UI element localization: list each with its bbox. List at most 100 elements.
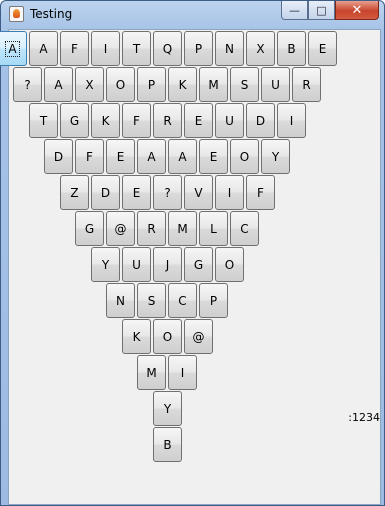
letter-key[interactable]: L <box>199 211 228 246</box>
letter-key-label: O <box>224 257 235 272</box>
letter-key[interactable]: E <box>122 175 151 210</box>
letter-key[interactable]: A <box>44 67 73 102</box>
letter-key[interactable]: K <box>122 319 151 354</box>
letter-key[interactable]: I <box>91 31 120 66</box>
maximize-button[interactable]: □ <box>308 1 335 20</box>
letter-key[interactable]: ? <box>153 175 182 210</box>
letter-key[interactable]: @ <box>184 319 213 354</box>
letter-key[interactable]: P <box>184 31 213 66</box>
letter-key[interactable]: E <box>308 31 337 66</box>
letter-key-label: T <box>132 41 141 56</box>
minimize-button[interactable]: — <box>281 1 308 20</box>
letter-key[interactable]: O <box>215 247 244 282</box>
letter-key[interactable]: F <box>75 139 104 174</box>
letter-key[interactable]: E <box>199 139 228 174</box>
letter-key[interactable]: X <box>246 31 275 66</box>
letter-key[interactable]: @ <box>106 211 135 246</box>
letter-key[interactable]: C <box>230 211 259 246</box>
letter-key[interactable]: R <box>137 211 166 246</box>
letter-key[interactable]: A <box>137 139 166 174</box>
letter-key-label: @ <box>192 329 205 344</box>
letter-key[interactable]: T <box>29 103 58 138</box>
letter-key-label: E <box>116 149 125 164</box>
letter-key[interactable]: J <box>153 247 182 282</box>
letter-key-label: E <box>209 149 218 164</box>
letter-key[interactable]: B <box>153 427 182 462</box>
letter-key-label: @ <box>114 221 127 236</box>
letter-key[interactable]: C <box>168 283 197 318</box>
letter-key[interactable]: P <box>199 283 228 318</box>
letter-key[interactable]: T <box>122 31 151 66</box>
letter-key[interactable]: Y <box>261 139 290 174</box>
letter-key[interactable]: A <box>29 31 58 66</box>
letter-key-label: F <box>257 185 264 200</box>
letter-key-label: T <box>39 113 48 128</box>
letter-key[interactable]: U <box>122 247 151 282</box>
letter-key-label: E <box>132 185 141 200</box>
letter-key[interactable]: D <box>246 103 275 138</box>
letter-key[interactable]: O <box>230 139 259 174</box>
letter-key[interactable]: U <box>261 67 290 102</box>
letter-key-label: O <box>239 149 250 164</box>
letter-key[interactable]: O <box>106 67 135 102</box>
letter-key[interactable]: I <box>277 103 306 138</box>
letter-key[interactable]: X <box>75 67 104 102</box>
letter-key-label: G <box>193 257 204 272</box>
close-button[interactable]: ✕ <box>335 1 379 20</box>
letter-key[interactable]: S <box>230 67 259 102</box>
letter-key[interactable]: K <box>91 103 120 138</box>
letter-key[interactable]: V <box>184 175 213 210</box>
letter-key[interactable]: B <box>277 31 306 66</box>
letter-key-label: A <box>5 40 20 57</box>
letter-key-label: D <box>100 185 111 200</box>
letter-key[interactable]: Y <box>91 247 120 282</box>
letter-key-label: E <box>318 41 327 56</box>
letter-key[interactable]: G <box>60 103 89 138</box>
letter-key-label: J <box>165 257 170 272</box>
letter-key-label: N <box>116 293 125 308</box>
letter-key-label: D <box>255 113 266 128</box>
letter-key[interactable]: R <box>292 67 321 102</box>
letter-key[interactable]: D <box>44 139 73 174</box>
letter-key[interactable]: Y <box>153 391 182 426</box>
letter-key-label: I <box>289 113 294 128</box>
letter-key[interactable]: F <box>122 103 151 138</box>
letter-key-label: A <box>54 77 63 92</box>
letter-key-label: B <box>287 41 296 56</box>
letter-key-label: P <box>209 293 218 308</box>
letter-key[interactable]: M <box>168 211 197 246</box>
letter-key[interactable]: O <box>153 319 182 354</box>
letter-key[interactable]: U <box>215 103 244 138</box>
letter-key[interactable]: G <box>75 211 104 246</box>
java-app-icon <box>9 6 24 22</box>
letter-key[interactable]: I <box>215 175 244 210</box>
letter-key[interactable]: A <box>168 139 197 174</box>
letter-key[interactable]: Q <box>153 31 182 66</box>
letter-key-label: N <box>225 41 234 56</box>
letter-key[interactable]: F <box>60 31 89 66</box>
title-bar[interactable]: Testing — □ ✕ <box>1 1 384 28</box>
letter-key-label: X <box>85 77 94 92</box>
letter-key-label: E <box>194 113 203 128</box>
letter-key[interactable]: F <box>246 175 275 210</box>
status-label: :1234 <box>348 411 380 424</box>
letter-key[interactable]: G <box>184 247 213 282</box>
letter-key[interactable]: D <box>91 175 120 210</box>
letter-key[interactable]: M <box>199 67 228 102</box>
maximize-icon: □ <box>316 3 327 17</box>
letter-key[interactable]: ? <box>13 67 42 102</box>
letter-key-label: M <box>208 77 219 92</box>
letter-key-label: D <box>53 149 64 164</box>
letter-key[interactable]: E <box>184 103 213 138</box>
letter-key[interactable]: K <box>168 67 197 102</box>
letter-key[interactable]: M <box>137 355 166 390</box>
letter-key[interactable]: A <box>0 31 27 66</box>
letter-key[interactable]: N <box>106 283 135 318</box>
letter-key[interactable]: N <box>215 31 244 66</box>
letter-key[interactable]: P <box>137 67 166 102</box>
letter-key[interactable]: R <box>153 103 182 138</box>
letter-key[interactable]: E <box>106 139 135 174</box>
letter-key[interactable]: I <box>168 355 197 390</box>
letter-key[interactable]: Z <box>60 175 89 210</box>
letter-key[interactable]: S <box>137 283 166 318</box>
